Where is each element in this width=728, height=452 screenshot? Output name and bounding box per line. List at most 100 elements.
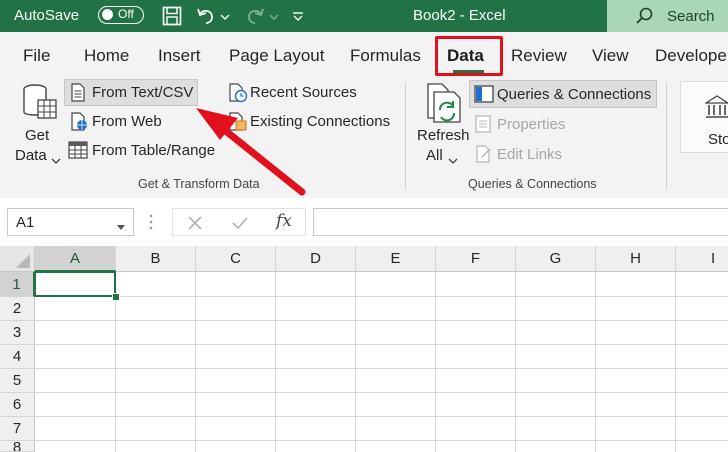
redo-dropdown-icon[interactable] [268, 4, 280, 28]
formula-bar-resize-handle[interactable] [148, 212, 154, 237]
save-icon[interactable] [160, 4, 184, 28]
gridline [195, 272, 196, 452]
ribbon-data: Get Data From Text/CSV From Web From Tab… [0, 76, 728, 199]
web-file-icon [70, 112, 88, 136]
tab-formulas[interactable]: Formulas [350, 46, 421, 66]
enter-check-icon[interactable] [231, 215, 249, 236]
gridline [595, 272, 596, 452]
bank-icon [703, 94, 728, 125]
fill-handle[interactable] [112, 293, 120, 301]
get-data-icon[interactable] [20, 82, 60, 129]
autosave-state: Off [118, 7, 134, 21]
undo-icon[interactable] [194, 4, 218, 28]
search-label: Search [667, 8, 715, 25]
gridline [275, 272, 276, 452]
title-bar: AutoSave Off Book2 - Excel Search [0, 0, 728, 32]
get-data-dropdown-icon[interactable] [51, 152, 61, 170]
row-header-7[interactable]: 7 [0, 417, 35, 441]
group-label-get-transform: Get & Transform Data [138, 177, 260, 191]
from-table-range-label[interactable]: From Table/Range [92, 142, 215, 159]
tab-view[interactable]: View [592, 46, 629, 66]
from-web-label[interactable]: From Web [92, 113, 162, 130]
row-header-5[interactable]: 5 [0, 369, 35, 393]
document-title: Book2 - Excel [413, 7, 506, 24]
gridline [35, 368, 728, 369]
name-box-dropdown-icon[interactable] [116, 219, 126, 237]
row-header-4[interactable]: 4 [0, 345, 35, 369]
properties-label[interactable]: Properties [497, 116, 565, 133]
tab-file[interactable]: File [23, 46, 50, 66]
gridline [675, 272, 676, 452]
redo-icon[interactable] [243, 4, 267, 28]
gridline [35, 440, 728, 441]
ribbon-tabs: File Home Insert Page Layout Formulas Da… [0, 32, 728, 76]
gridline [35, 320, 728, 321]
column-header-g[interactable]: G [516, 246, 596, 272]
undo-dropdown-icon[interactable] [219, 4, 231, 28]
row-header-1[interactable]: 1 [0, 272, 35, 297]
row-header-2[interactable]: 2 [0, 297, 35, 321]
customize-qat-icon[interactable] [290, 4, 306, 28]
column-header-h[interactable]: H [596, 246, 676, 272]
gridline [35, 416, 728, 417]
group-label-queries: Queries & Connections [468, 177, 597, 191]
ribbon-separator [405, 82, 406, 190]
column-header-f[interactable]: F [436, 246, 516, 272]
edit-links-label[interactable]: Edit Links [497, 146, 562, 163]
name-box-value: A1 [16, 214, 35, 231]
table-range-icon [68, 141, 88, 164]
gridline [355, 272, 356, 452]
formula-input[interactable] [313, 208, 728, 236]
stocks-button[interactable]: Sto [680, 81, 728, 153]
gridline [35, 296, 728, 297]
column-header-b[interactable]: B [116, 246, 196, 272]
cancel-icon[interactable] [187, 215, 203, 236]
insert-function-button[interactable]: fx [276, 211, 292, 231]
gridline [35, 392, 728, 393]
column-header-c[interactable]: C [196, 246, 276, 272]
gridline [35, 344, 728, 345]
data-tab-highlight-box [435, 36, 503, 76]
row-header-3[interactable]: 3 [0, 321, 35, 345]
select-all-button[interactable] [0, 246, 35, 272]
recent-sources-label[interactable]: Recent Sources [250, 84, 357, 101]
tab-insert[interactable]: Insert [158, 46, 201, 66]
refresh-label-line2[interactable]: All [426, 147, 443, 164]
autosave-label: AutoSave [14, 7, 80, 24]
from-text-csv-label[interactable]: From Text/CSV [92, 84, 193, 101]
tab-home[interactable]: Home [84, 46, 129, 66]
formula-buttons: fx [172, 208, 306, 236]
refresh-label-line1[interactable]: Refresh [417, 127, 470, 144]
recent-sources-icon [228, 83, 248, 108]
toggle-knob [102, 9, 113, 20]
queries-pane-icon [474, 85, 494, 108]
column-header-i[interactable]: I [676, 246, 728, 272]
text-file-icon [70, 83, 86, 107]
gridline [435, 272, 436, 452]
refresh-all-icon[interactable] [424, 82, 464, 133]
column-header-a[interactable]: A [35, 246, 116, 272]
stocks-label: Sto [708, 131, 728, 148]
tab-developer[interactable]: Develope [655, 46, 727, 66]
search-box[interactable]: Search [607, 0, 728, 32]
row-header-6[interactable]: 6 [0, 393, 35, 417]
queries-connections-label: Queries & Connections [497, 86, 652, 103]
ribbon-separator-2 [666, 82, 667, 190]
properties-icon [475, 115, 491, 138]
tab-review[interactable]: Review [511, 46, 567, 66]
active-cell-a1[interactable] [34, 271, 116, 297]
existing-connections-label[interactable]: Existing Connections [250, 113, 390, 130]
edit-links-icon [475, 145, 493, 168]
get-data-label-line2[interactable]: Data [15, 147, 47, 164]
search-icon [636, 7, 653, 24]
column-header-e[interactable]: E [356, 246, 436, 272]
tab-page-layout[interactable]: Page Layout [229, 46, 324, 66]
autosave-toggle[interactable]: Off [98, 6, 144, 24]
column-header-d[interactable]: D [276, 246, 356, 272]
refresh-dropdown-icon[interactable] [448, 152, 458, 170]
get-data-label-line1[interactable]: Get [25, 127, 49, 144]
gridline [515, 272, 516, 452]
existing-connections-icon [228, 112, 248, 137]
name-box[interactable]: A1 [7, 208, 134, 236]
row-header-8[interactable]: 8 [0, 441, 35, 452]
